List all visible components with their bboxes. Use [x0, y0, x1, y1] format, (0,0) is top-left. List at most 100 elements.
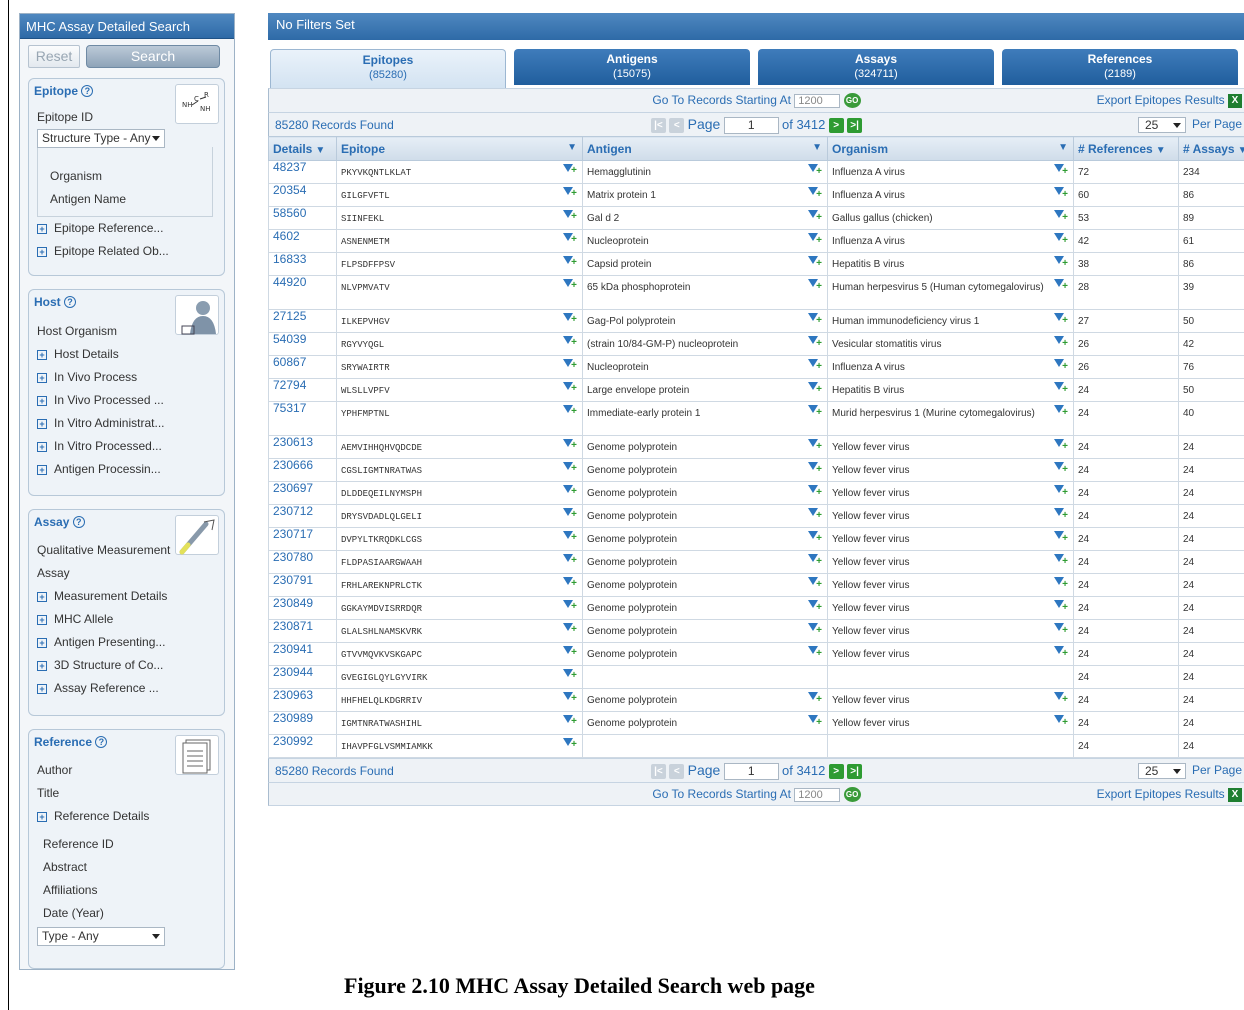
filter-add-icon[interactable]: +	[1054, 405, 1068, 418]
epitope-id-link[interactable]: 20354	[268, 183, 337, 207]
filter-add-icon[interactable]: +	[1054, 623, 1068, 636]
table-row[interactable]: 72794 WLSLLVPFV + Large envelope protein + He…	[268, 378, 1244, 402]
host-section-header[interactable]: Host	[34, 295, 61, 309]
measurement-details-item[interactable]: + Measurement Details	[29, 585, 224, 608]
filter-add-icon[interactable]: +	[808, 531, 822, 544]
filter-add-icon[interactable]: +	[1054, 600, 1068, 613]
filter-add-icon[interactable]: +	[563, 405, 577, 418]
epitope-id-link[interactable]: 230992	[268, 734, 337, 758]
table-row[interactable]: 230717 DVPYLTKRQDKLCGS + Genome polyprotein…	[268, 527, 1244, 551]
table-row[interactable]: 230992 IHAVPFGLVSMMIAMKK + 24 24	[268, 734, 1244, 758]
reference-details-item[interactable]: + Reference Details	[29, 805, 224, 828]
table-row[interactable]: 16833 FLPSDFFPSV + Capsid protein + Hepatitis…	[268, 252, 1244, 276]
filter-add-icon[interactable]: +	[808, 623, 822, 636]
filter-add-icon[interactable]: +	[563, 692, 577, 705]
title-field[interactable]: Title	[29, 782, 224, 805]
filter-add-icon[interactable]: +	[808, 256, 822, 269]
filter-add-icon[interactable]: +	[808, 382, 822, 395]
3d-structure-item[interactable]: +3D Structure of Co...	[29, 654, 224, 677]
go-button[interactable]: GO	[843, 93, 861, 109]
help-icon[interactable]: ?	[81, 85, 94, 97]
filter-add-icon[interactable]: +	[563, 439, 577, 452]
table-row[interactable]: 230666 CGSLIGMTNRATWAS + Genome polyprotein…	[268, 458, 1244, 482]
in-vitro-administration-item[interactable]: + In Vitro Administrat...	[29, 412, 224, 435]
table-row[interactable]: 27125 ILKEPVHGV + Gag-Pol polyprotein + Human…	[268, 309, 1244, 333]
table-row[interactable]: 20354 GILGFVFTL + Matrix protein 1 + Influenz…	[268, 183, 1244, 207]
epitope-reference-item[interactable]: + Epitope Reference...	[29, 217, 224, 240]
filter-add-icon[interactable]: +	[563, 508, 577, 521]
filter-add-icon[interactable]: +	[808, 554, 822, 567]
table-row[interactable]: 54039 RGYVYQGL + (strain 10/84-GM-P) nucleo…	[268, 332, 1244, 356]
epitope-id-link[interactable]: 75317	[268, 401, 337, 436]
epitope-id-link[interactable]: 230871	[268, 619, 337, 643]
assay-reference-item[interactable]: + Assay Reference ...	[29, 677, 224, 700]
tab-references[interactable]: References (2189)	[1002, 49, 1238, 85]
host-details-item[interactable]: + Host Details	[29, 343, 224, 366]
first-page-icon[interactable]: |<	[650, 764, 666, 780]
filter-add-icon[interactable]: +	[808, 233, 822, 246]
page-input[interactable]: 1	[723, 763, 779, 781]
filter-add-icon[interactable]: +	[563, 359, 577, 372]
prev-page-icon[interactable]: <	[669, 764, 685, 780]
table-row[interactable]: 4602 ASNENMETM + Nucleoprotein + Influenza A …	[268, 229, 1244, 253]
filter-add-icon[interactable]: +	[808, 577, 822, 590]
filter-add-icon[interactable]: +	[1054, 382, 1068, 395]
filter-add-icon[interactable]: +	[1054, 715, 1068, 728]
filter-add-icon[interactable]: +	[1054, 233, 1068, 246]
filter-add-icon[interactable]: +	[808, 462, 822, 475]
col-epitope[interactable]: Epitope ▼	[336, 136, 583, 161]
filter-add-icon[interactable]: +	[563, 210, 577, 223]
filter-add-icon[interactable]: +	[563, 715, 577, 728]
filter-add-icon[interactable]: +	[1054, 359, 1068, 372]
assay-field[interactable]: Assay	[29, 562, 224, 585]
filter-add-icon[interactable]: +	[1054, 336, 1068, 349]
col-details[interactable]: Details ▼	[268, 136, 337, 161]
reference-type-select[interactable]: Type - Any	[37, 927, 165, 946]
filter-add-icon[interactable]: +	[808, 508, 822, 521]
epitope-id-link[interactable]: 230791	[268, 573, 337, 597]
help-icon[interactable]: ?	[72, 516, 85, 528]
epitope-id-link[interactable]: 230849	[268, 596, 337, 620]
epitope-id-link[interactable]: 72794	[268, 378, 337, 402]
in-vitro-processed-item[interactable]: + In Vitro Processed...	[29, 435, 224, 458]
reset-button[interactable]: Reset	[28, 45, 80, 68]
epitope-id-link[interactable]: 16833	[268, 252, 337, 276]
filter-add-icon[interactable]: +	[563, 187, 577, 200]
antigen-presenting-item[interactable]: + Antigen Presenting...	[29, 631, 224, 654]
table-row[interactable]: 230780 FLDPASIAARGWAAH + Genome polyprotein…	[268, 550, 1244, 574]
reference-id-field[interactable]: Reference ID	[29, 833, 224, 856]
filter-add-icon[interactable]: +	[1054, 577, 1068, 590]
col-organism[interactable]: Organism ▼	[827, 136, 1074, 161]
epitope-id-link[interactable]: 230717	[268, 527, 337, 551]
filter-add-icon[interactable]: +	[563, 382, 577, 395]
filter-add-icon[interactable]: +	[1054, 646, 1068, 659]
filter-add-icon[interactable]: +	[808, 359, 822, 372]
antigen-processing-item[interactable]: + Antigen Processin...	[29, 458, 224, 481]
filter-add-icon[interactable]: +	[563, 554, 577, 567]
epitope-id-link[interactable]: 230963	[268, 688, 337, 712]
abstract-field[interactable]: Abstract	[29, 856, 224, 879]
filter-add-icon[interactable]: +	[1054, 279, 1068, 292]
filter-add-icon[interactable]: +	[1054, 210, 1068, 223]
table-row[interactable]: 60867 SRYWAIRTR + Nucleoprotein + Influenza A…	[268, 355, 1244, 379]
filter-add-icon[interactable]: +	[563, 623, 577, 636]
organism-field[interactable]: Organism	[38, 165, 212, 188]
filter-add-icon[interactable]: +	[1054, 508, 1068, 521]
table-row[interactable]: 230613 AEMVIHHQHVQDCDE + Genome polyprotein…	[268, 435, 1244, 459]
filter-add-icon[interactable]: +	[1054, 485, 1068, 498]
col-assays[interactable]: # Assays▼	[1178, 136, 1244, 161]
help-icon[interactable]: ?	[95, 736, 108, 748]
in-vivo-process-item[interactable]: + In Vivo Process	[29, 366, 224, 389]
last-page-icon[interactable]: >|	[847, 764, 863, 780]
filter-add-icon[interactable]: +	[563, 279, 577, 292]
table-row[interactable]: 230989 IGMTNRATWASHIHL + Genome polyprotein…	[268, 711, 1244, 735]
date-year-field[interactable]: Date (Year)	[29, 902, 224, 925]
table-row[interactable]: 58560 SIINFEKL + Gal d 2 + Gallus gallus (chi…	[268, 206, 1244, 230]
filter-add-icon[interactable]: +	[1054, 462, 1068, 475]
filter-add-icon[interactable]: +	[563, 600, 577, 613]
filter-add-icon[interactable]: +	[1054, 256, 1068, 269]
epitope-id-link[interactable]: 58560	[268, 206, 337, 230]
table-row[interactable]: 230791 FRHLAREKNPRLCTK + Genome polyprotein…	[268, 573, 1244, 597]
structure-type-select[interactable]: Structure Type - Any	[37, 129, 165, 148]
per-page-select[interactable]: 25	[1137, 117, 1186, 133]
